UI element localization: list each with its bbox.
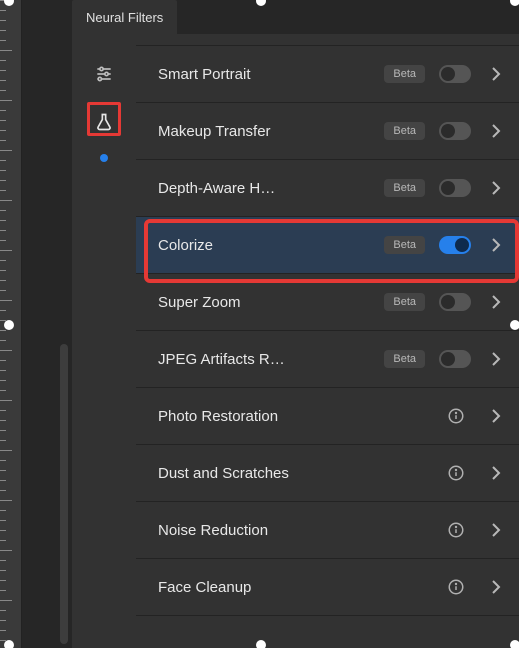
resize-handle[interactable]: [4, 320, 14, 330]
filter-label: Colorize: [158, 237, 384, 254]
info-icon[interactable]: [447, 464, 465, 482]
chevron-right-icon: [489, 124, 503, 138]
canvas-scrollbar[interactable]: [60, 344, 68, 644]
filter-label: Dust and Scratches: [158, 465, 447, 482]
filter-toggle[interactable]: [439, 350, 471, 368]
info-icon[interactable]: [447, 521, 465, 539]
filter-row-face-cleanup[interactable]: Face Cleanup: [136, 558, 519, 616]
filter-toggle[interactable]: [439, 122, 471, 140]
resize-handle[interactable]: [256, 640, 266, 648]
info-icon[interactable]: [447, 578, 465, 596]
filter-label: Noise Reduction: [158, 522, 447, 539]
filter-row-super-zoom[interactable]: Super Zoom Beta: [136, 273, 519, 331]
filter-toggle[interactable]: [439, 293, 471, 311]
sliders-icon[interactable]: [88, 58, 120, 90]
chevron-right-icon: [489, 409, 503, 423]
chevron-right-icon: [489, 67, 503, 81]
filter-row-dust-scratches[interactable]: Dust and Scratches: [136, 444, 519, 502]
filter-row-jpeg-artifacts[interactable]: JPEG Artifacts R… Beta: [136, 330, 519, 388]
filter-row-smart-portrait[interactable]: Smart Portrait Beta: [136, 45, 519, 103]
panel-body: Smart Portrait Beta Makeup Transfer Beta…: [72, 34, 519, 648]
resize-handle[interactable]: [510, 640, 519, 648]
info-icon[interactable]: [447, 407, 465, 425]
neural-filters-panel: Neural Filters Sma: [72, 0, 519, 648]
filter-row-noise-reduction[interactable]: Noise Reduction: [136, 501, 519, 559]
chevron-right-icon: [489, 295, 503, 309]
tab-label: Neural Filters: [86, 10, 163, 25]
beaker-icon[interactable]: [88, 106, 120, 138]
chevron-right-icon: [489, 523, 503, 537]
beta-badge: Beta: [384, 65, 425, 83]
tab-neural-filters[interactable]: Neural Filters: [72, 0, 177, 34]
beta-badge: Beta: [384, 350, 425, 368]
chevron-right-icon: [489, 580, 503, 594]
filter-label: Face Cleanup: [158, 579, 447, 596]
filter-row-depth-aware-haze[interactable]: Depth-Aware H… Beta: [136, 159, 519, 217]
chevron-right-icon: [489, 181, 503, 195]
resize-handle[interactable]: [4, 640, 14, 648]
filter-list: Smart Portrait Beta Makeup Transfer Beta…: [136, 34, 519, 648]
filter-row-makeup-transfer[interactable]: Makeup Transfer Beta: [136, 102, 519, 160]
filter-row-colorize[interactable]: Colorize Beta: [136, 216, 519, 274]
chevron-right-icon: [489, 466, 503, 480]
filter-label: Smart Portrait: [158, 66, 384, 83]
beta-badge: Beta: [384, 236, 425, 254]
beta-badge: Beta: [384, 293, 425, 311]
filter-label: Makeup Transfer: [158, 123, 384, 140]
filter-label: Depth-Aware H…: [158, 180, 384, 197]
filter-label: Super Zoom: [158, 294, 384, 311]
beta-badge: Beta: [384, 179, 425, 197]
indicator-dot: [100, 154, 108, 162]
resize-handle[interactable]: [510, 0, 519, 6]
chevron-right-icon: [489, 352, 503, 366]
filter-toggle[interactable]: [439, 179, 471, 197]
filter-label: JPEG Artifacts R…: [158, 351, 384, 368]
panel-tabbar: Neural Filters: [72, 0, 519, 34]
beta-badge: Beta: [384, 122, 425, 140]
filter-toggle[interactable]: [439, 236, 471, 254]
filter-row-photo-restoration[interactable]: Photo Restoration: [136, 387, 519, 445]
chevron-right-icon: [489, 238, 503, 252]
resize-handle[interactable]: [510, 320, 519, 330]
filter-label: Photo Restoration: [158, 408, 447, 425]
filter-toggle[interactable]: [439, 65, 471, 83]
category-sidebar: [72, 34, 136, 648]
